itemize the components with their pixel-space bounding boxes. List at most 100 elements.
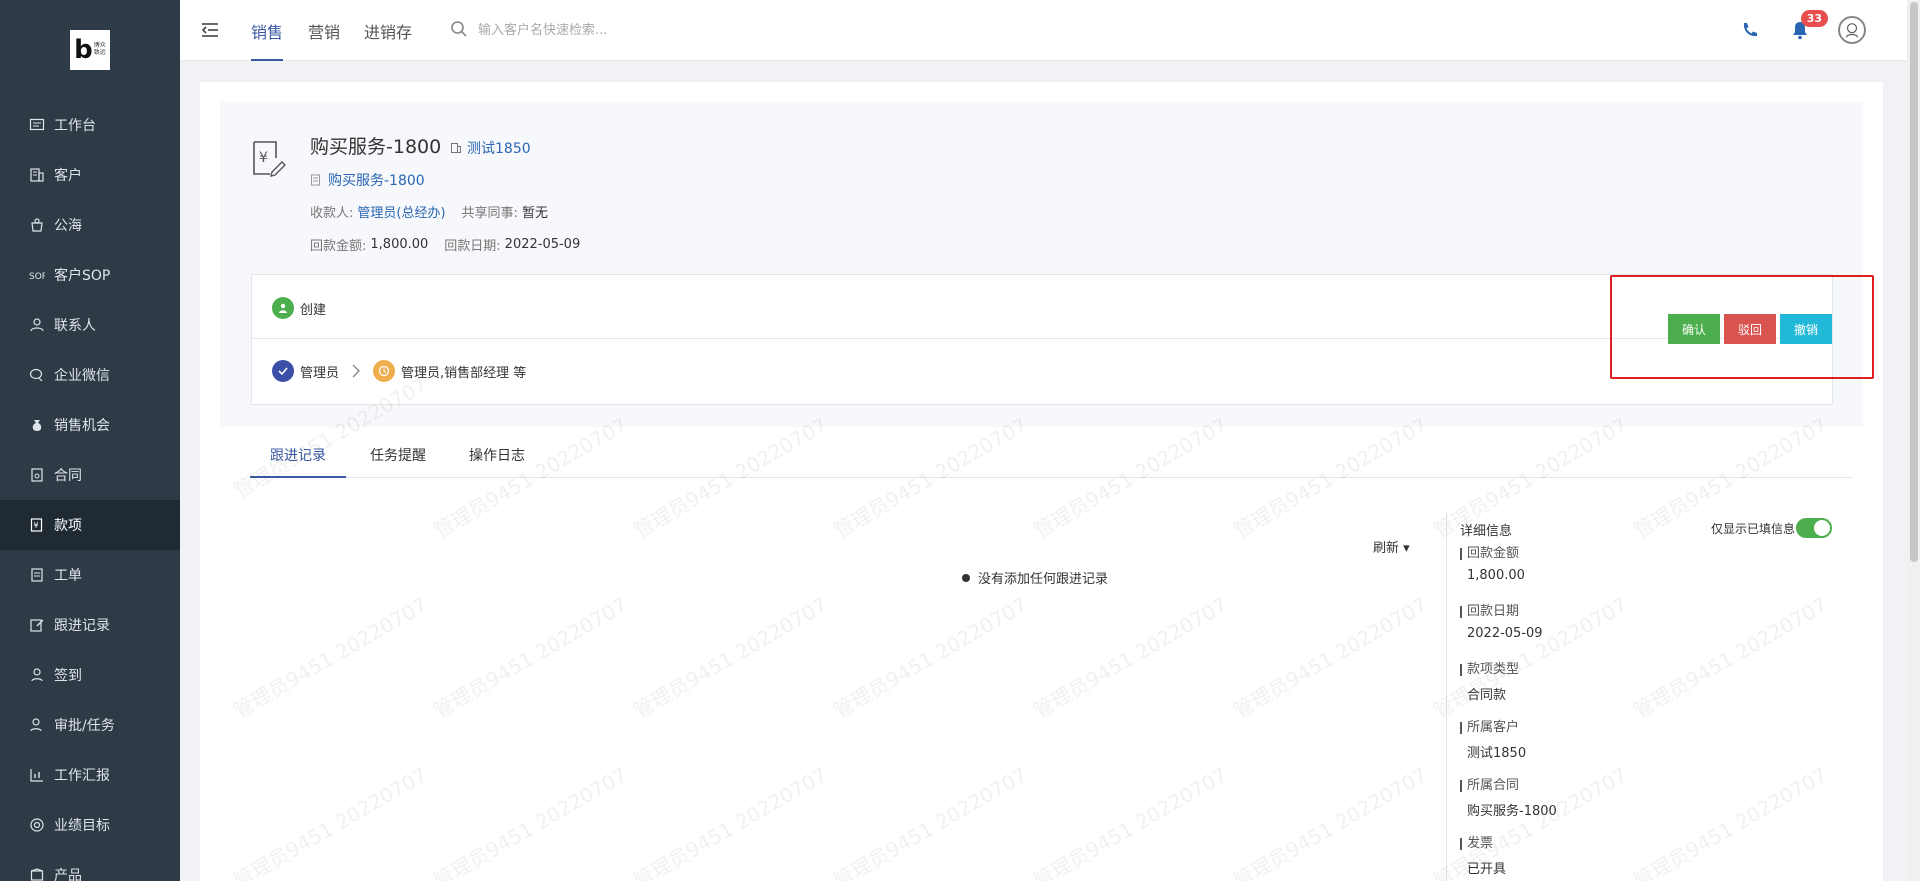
flow-steps-row: 管理员 管理员,销售部经理 等 [272, 360, 526, 382]
app-logo[interactable]: b 博众 致远 [70, 30, 110, 70]
highlight-box [1610, 275, 1874, 379]
edit-icon [28, 616, 46, 634]
field-invoice: 发票 已开具 [1460, 837, 1507, 877]
field-value: 购买服务-1800 [1467, 804, 1557, 819]
sidebar-item-contract[interactable]: 合同 [0, 450, 180, 500]
sidebar-item-approval[interactable]: 审批/任务 [0, 700, 180, 750]
field-label: 回款日期 [1460, 605, 1543, 618]
sidebar-item-checkin[interactable]: 签到 [0, 650, 180, 700]
customer-link[interactable]: 测试1850 [450, 138, 531, 158]
wechat-icon [28, 366, 46, 384]
watermark: 管理员9451 20220707 [1029, 762, 1232, 881]
svg-text:SOP: SOP [29, 272, 45, 282]
scrollbar-thumb[interactable] [1910, 2, 1918, 562]
tab-logs[interactable]: 操作日志 [449, 444, 545, 478]
record-tabs: 跟进记录 任务提醒 操作日志 [250, 444, 1853, 478]
sidebar-item-label: 联系人 [54, 318, 96, 334]
toggle-knob [1814, 520, 1830, 536]
bullet-icon [962, 573, 970, 582]
step2-label: 管理员,销售部经理 等 [401, 365, 527, 381]
menu-collapse-icon[interactable] [200, 20, 220, 40]
field-value: 1,800.00 [1467, 568, 1525, 583]
sidebar-item-label: 客户SOP [54, 268, 111, 284]
tab-followup[interactable]: 跟进记录 [250, 444, 346, 478]
divider [1446, 512, 1447, 881]
filled-only-label: 仅显示已填信息 [1711, 522, 1796, 536]
payment-icon: ¥ [28, 516, 46, 534]
building-icon [28, 166, 46, 184]
svg-text:¥: ¥ [34, 521, 39, 530]
search-input[interactable] [478, 18, 778, 42]
watermark: 管理员9451 20220707 [429, 592, 632, 723]
sidebar-item-product[interactable]: 产品 [0, 850, 180, 881]
empty-text: 没有添加任何跟进记录 [978, 572, 1109, 587]
payee-value[interactable]: 管理员(总经办) [357, 202, 445, 221]
field-value: 已开具 [1467, 862, 1507, 877]
sidebar-item-opportunity[interactable]: 销售机会 [0, 400, 180, 450]
sidebar-item-contacts[interactable]: 联系人 [0, 300, 180, 350]
tab-marketing[interactable]: 营销 [308, 19, 340, 61]
page-scrollbar[interactable] [1907, 0, 1920, 881]
tab-tasks[interactable]: 任务提醒 [350, 444, 446, 478]
watermark: 管理员9451 20220707 [629, 762, 832, 881]
field-type: 款项类型 合同款 [1460, 663, 1519, 703]
empty-state: 没有添加任何跟进记录 [962, 568, 1108, 587]
moneybag-icon [28, 416, 46, 434]
watermark: 管理员9451 20220707 [1229, 592, 1432, 723]
date-label: 回款日期: [444, 239, 501, 254]
chevron-right-icon [351, 364, 361, 378]
payee-label: 收款人: [310, 206, 354, 221]
sidebar-item-sop[interactable]: SOP 客户SOP [0, 250, 180, 300]
target-icon [28, 816, 46, 834]
check-icon [272, 360, 294, 382]
sidebar-item-label: 款项 [54, 518, 82, 534]
watermark: 管理员9451 20220707 [829, 592, 1032, 723]
filled-only-toggle[interactable] [1796, 518, 1832, 538]
contract-icon [28, 466, 46, 484]
sidebar-item-ticket[interactable]: 工单 [0, 550, 180, 600]
pool-icon [28, 216, 46, 234]
contract-link[interactable]: 购买服务-1800 [310, 170, 425, 190]
main-card: ¥ 购买服务-1800 测试1850 购买服务-1800 收款人: 管理员(总经… [200, 82, 1883, 881]
phone-icon[interactable] [1740, 20, 1760, 40]
date-value: 2022-05-09 [504, 237, 581, 252]
payee-row: 收款人: 管理员(总经办) 共享同事: 暂无 [310, 202, 564, 221]
contract-icon [311, 174, 320, 186]
sidebar-item-customer[interactable]: 客户 [0, 150, 180, 200]
sidebar-item-label: 工作汇报 [54, 768, 110, 784]
watermark: 管理员9451 20220707 [1229, 762, 1432, 881]
sidebar-item-wechat[interactable]: 企业微信 [0, 350, 180, 400]
sidebar-item-followup[interactable]: 跟进记录 [0, 600, 180, 650]
sidebar-item-label: 公海 [54, 218, 82, 234]
tab-sales[interactable]: 销售 [251, 19, 284, 61]
tab-inventory[interactable]: 进销存 [364, 19, 412, 61]
record-header: ¥ 购买服务-1800 测试1850 购买服务-1800 收款人: 管理员(总经… [220, 102, 1874, 427]
workbench-icon [28, 116, 46, 134]
step-create-label: 创建 [300, 302, 327, 318]
sop-icon: SOP [28, 266, 46, 284]
sidebar-item-payment[interactable]: ¥ 款项 [0, 500, 180, 550]
building-icon [451, 143, 461, 153]
field-date: 回款日期 2022-05-09 [1460, 605, 1543, 641]
avatar[interactable] [1838, 16, 1866, 44]
page-title: 购买服务-1800 [310, 136, 442, 158]
watermark: 管理员9451 20220707 [429, 762, 632, 881]
sidebar-item-pool[interactable]: 公海 [0, 200, 180, 250]
sidebar-item-label: 跟进记录 [54, 618, 110, 634]
search-icon [450, 20, 468, 38]
sidebar-item-target[interactable]: 业绩目标 [0, 800, 180, 850]
approval-flow: 创建 管理员 管理员,销售部经理 等 [251, 274, 1833, 405]
logo-text: 博众 致远 [94, 43, 106, 56]
watermark: 管理员9451 20220707 [629, 592, 832, 723]
sidebar-item-workbench[interactable]: 工作台 [0, 100, 180, 150]
sidebar-item-label: 审批/任务 [54, 718, 115, 734]
watermark: 管理员9451 20220707 [1629, 592, 1832, 723]
sidebar-item-label: 客户 [54, 168, 82, 184]
sidebar-item-report[interactable]: 工作汇报 [0, 750, 180, 800]
refresh-dropdown[interactable]: 刷新 ▾ [1373, 537, 1410, 556]
field-label: 所属合同 [1460, 779, 1557, 792]
watermark: 管理员9451 20220707 [1629, 762, 1832, 881]
checkin-icon [28, 666, 46, 684]
sidebar-item-label: 签到 [54, 668, 82, 684]
sidebar-item-label: 企业微信 [54, 368, 110, 384]
